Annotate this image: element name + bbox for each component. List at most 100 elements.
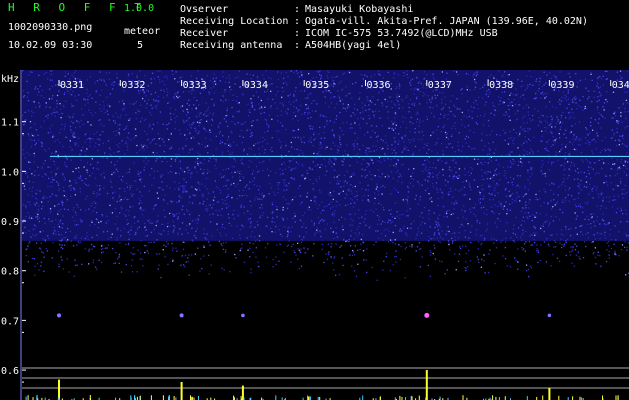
noise-pixel <box>89 175 91 177</box>
noise-pixel <box>188 152 190 154</box>
noise-pixel <box>211 207 213 209</box>
noise-pixel <box>352 143 354 145</box>
noise-pixel <box>240 159 242 161</box>
noise-pixel <box>424 179 426 181</box>
noise-pixel <box>60 240 62 242</box>
noise-pixel <box>63 195 65 197</box>
noise-pixel <box>311 110 314 112</box>
meter-noise <box>418 395 420 400</box>
noise-pixel <box>242 123 244 125</box>
noise-pixel <box>93 133 95 135</box>
noise-pixel <box>342 103 344 105</box>
noise-pixel <box>255 256 257 258</box>
noise-pixel <box>103 187 105 189</box>
noise-pixel <box>601 78 603 80</box>
noise-pixel <box>516 236 518 238</box>
noise-pixel <box>587 98 589 100</box>
noise-pixel <box>570 131 572 133</box>
noise-pixel <box>308 125 311 127</box>
noise-pixel <box>160 233 163 235</box>
noise-pixel <box>454 151 456 153</box>
noise-pixel <box>540 227 542 230</box>
noise-pixel <box>151 107 153 109</box>
noise-pixel <box>23 153 25 155</box>
noise-pixel <box>254 240 257 242</box>
noise-pixel <box>616 121 618 123</box>
noise-pixel <box>313 133 315 136</box>
noise-pixel <box>129 189 131 191</box>
noise-pixel <box>221 267 223 269</box>
noise-pixel <box>123 227 125 229</box>
noise-pixel <box>287 95 289 97</box>
noise-pixel <box>454 167 456 169</box>
noise-pixel <box>391 216 394 218</box>
noise-pixel <box>234 253 236 256</box>
noise-pixel <box>576 86 578 88</box>
noise-pixel <box>377 230 379 232</box>
noise-pixel <box>137 227 139 229</box>
noise-pixel <box>281 163 283 165</box>
noise-pixel <box>519 175 521 177</box>
noise-pixel <box>251 173 254 175</box>
noise-pixel <box>288 226 290 228</box>
noise-pixel <box>323 158 325 160</box>
noise-pixel <box>183 179 185 181</box>
noise-pixel <box>509 203 511 205</box>
noise-pixel <box>207 106 210 109</box>
noise-pixel <box>172 225 175 227</box>
noise-pixel <box>586 128 588 130</box>
noise-pixel <box>144 244 146 247</box>
noise-pixel <box>520 126 522 128</box>
noise-pixel <box>561 164 563 166</box>
noise-pixel <box>299 203 301 205</box>
noise-pixel <box>211 124 213 126</box>
noise-pixel <box>85 133 87 135</box>
noise-pixel <box>409 245 411 247</box>
noise-pixel <box>268 174 270 177</box>
noise-pixel <box>277 192 279 194</box>
noise-pixel <box>171 201 173 203</box>
noise-pixel <box>550 265 552 267</box>
noise-pixel <box>423 147 425 149</box>
noise-pixel <box>101 261 103 263</box>
noise-pixel <box>473 131 475 134</box>
noise-pixel <box>57 184 60 186</box>
noise-pixel <box>247 103 249 105</box>
noise-pixel <box>273 191 275 193</box>
noise-pixel <box>207 168 209 171</box>
noise-pixel <box>271 203 274 206</box>
noise-pixel <box>601 116 604 118</box>
noise-pixel <box>564 185 566 187</box>
noise-pixel <box>580 189 582 191</box>
noise-pixel <box>544 175 547 177</box>
noise-pixel <box>453 208 455 210</box>
noise-pixel <box>320 76 323 79</box>
noise-pixel <box>309 209 312 211</box>
noise-pixel <box>282 102 284 104</box>
noise-pixel <box>216 223 218 225</box>
noise-pixel <box>246 73 248 75</box>
noise-pixel <box>221 176 223 179</box>
noise-pixel <box>620 207 622 209</box>
noise-pixel <box>439 157 441 159</box>
noise-pixel <box>61 238 63 240</box>
noise-pixel <box>539 213 541 215</box>
noise-pixel <box>600 193 602 195</box>
noise-pixel <box>395 255 397 258</box>
noise-pixel <box>518 135 520 137</box>
noise-pixel <box>598 196 600 198</box>
noise-pixel <box>590 73 592 75</box>
noise-pixel <box>175 247 177 249</box>
noise-pixel <box>446 132 448 135</box>
noise-pixel <box>287 234 289 236</box>
noise-pixel <box>546 183 548 185</box>
noise-pixel <box>564 197 567 199</box>
noise-pixel <box>606 242 608 244</box>
noise-pixel <box>578 182 580 184</box>
noise-pixel <box>541 130 543 132</box>
noise-pixel <box>356 109 359 111</box>
noise-pixel <box>258 147 260 150</box>
noise-pixel <box>351 199 353 201</box>
noise-pixel <box>62 215 64 217</box>
noise-pixel <box>509 266 512 268</box>
